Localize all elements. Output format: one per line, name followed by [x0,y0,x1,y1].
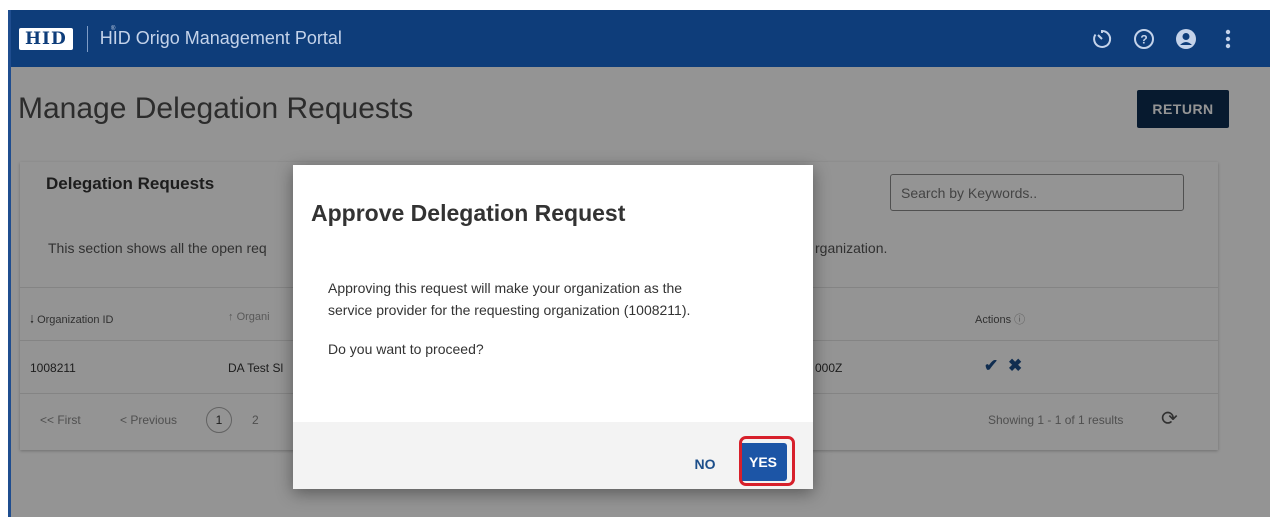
dialog-footer [293,422,813,489]
dialog-title: Approve Delegation Request [311,200,626,226]
more-vertical-icon[interactable] [1216,27,1240,51]
logo-trademark: ® [111,26,116,32]
svg-text:?: ? [1140,32,1147,46]
portal-title: HID Origo Management Portal [99,28,342,48]
timer-icon[interactable] [1090,27,1114,51]
yes-button-highlight [739,436,795,486]
dialog-body: Approving this request will make your or… [328,277,788,360]
help-icon[interactable]: ? [1132,27,1156,51]
account-icon[interactable] [1174,27,1198,51]
approve-delegation-dialog: Approve Delegation Request Approving thi… [293,165,813,489]
app-frame: HID ® HID Origo Management Portal ? Mana… [0,0,1270,517]
hid-logo[interactable]: HID [19,27,73,50]
logo-text: HID [25,28,67,49]
header-separator [86,25,88,52]
dialog-question: Do you want to proceed? [328,341,484,357]
dialog-message-line-1: Approving this request will make your or… [328,280,683,296]
app-header: HID ® HID Origo Management Portal ? [11,10,1270,67]
header-icons: ? [1090,10,1240,67]
dialog-message-line-2: service provider for the requesting orga… [328,302,691,318]
no-button[interactable]: NO [687,452,723,476]
